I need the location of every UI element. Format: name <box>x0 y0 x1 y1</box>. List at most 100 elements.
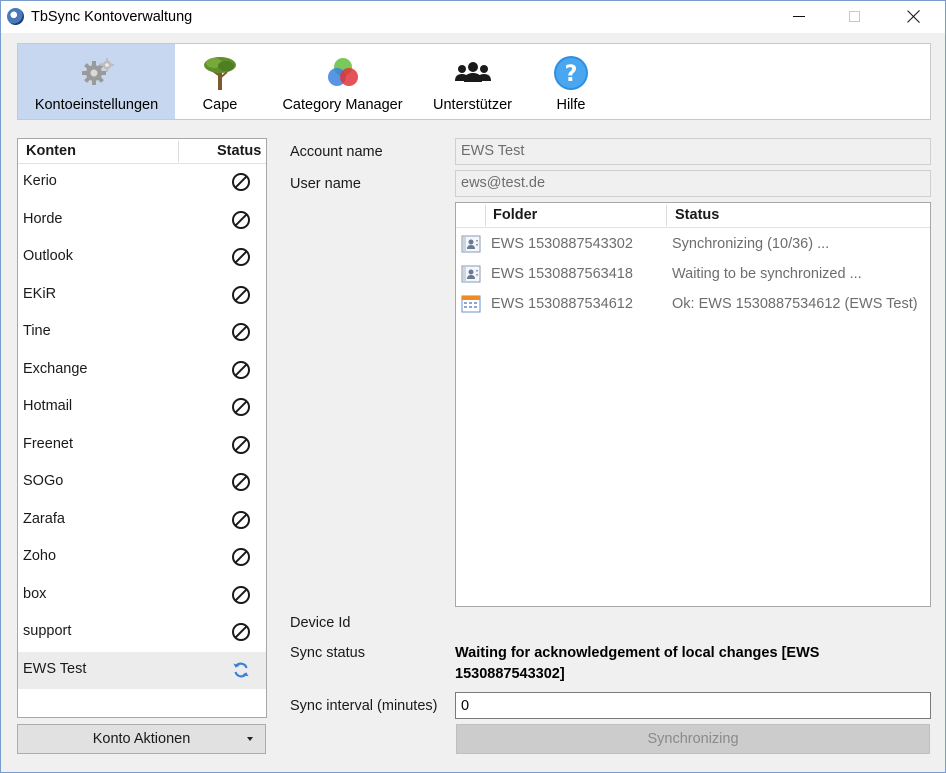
tab-category-manager[interactable]: Category Manager <box>270 44 415 119</box>
account-row[interactable]: EKiR <box>18 277 266 314</box>
tab-label: Unterstützer <box>433 97 512 113</box>
synchronize-button[interactable]: Synchronizing <box>456 724 930 754</box>
maximize-button[interactable] <box>832 1 878 33</box>
account-row[interactable]: Freenet <box>18 427 266 464</box>
sync-interval-label: Sync interval (minutes) <box>290 698 438 714</box>
sync-status-label: Sync status <box>290 645 365 661</box>
account-name: Horde <box>23 210 63 227</box>
folder-name: EWS 1530887563418 <box>491 266 633 282</box>
account-row[interactable]: Exchange <box>18 352 266 389</box>
folder-name: EWS 1530887534612 <box>491 296 633 312</box>
thunderbird-app-icon <box>7 8 24 25</box>
account-name: EWS Test <box>23 660 87 677</box>
tab-unterstuetzer[interactable]: Unterstützer <box>425 44 520 119</box>
svg-text:?: ? <box>565 62 578 87</box>
disabled-icon <box>231 435 251 455</box>
tab-label: Cape <box>202 97 238 113</box>
user-name-field: ews@test.de <box>455 170 931 197</box>
account-row[interactable]: support <box>18 614 266 651</box>
disabled-icon <box>231 210 251 230</box>
gear-icon <box>81 58 114 85</box>
contacts-icon <box>461 235 481 253</box>
column-header-konten[interactable]: Konten <box>26 143 76 159</box>
title-bar: TbSync Kontoverwaltung <box>1 1 945 33</box>
dropdown-arrow-icon <box>247 737 253 741</box>
account-row[interactable]: Tine <box>18 314 266 351</box>
sync-status-value: Waiting for acknowledgement of local cha… <box>455 645 820 682</box>
account-name: Tine <box>23 323 51 339</box>
calendar-icon <box>461 295 481 313</box>
account-row[interactable]: SOGo <box>18 464 266 501</box>
account-name-field: EWS Test <box>455 138 931 165</box>
account-name: Kerio <box>23 173 57 189</box>
tab-hilfe[interactable]: ? Hilfe <box>531 44 611 119</box>
folder-status: Synchronizing (10/36) ... <box>672 236 830 252</box>
account-row[interactable]: Outlook <box>18 239 266 276</box>
konto-aktionen-label: Konto Aktionen <box>92 731 191 747</box>
disabled-icon <box>231 397 251 417</box>
account-name: Zoho <box>23 548 57 564</box>
disabled-icon <box>231 247 251 267</box>
account-row[interactable]: Hotmail <box>18 389 266 426</box>
account-name: Freenet <box>23 435 73 452</box>
disabled-icon <box>231 472 251 492</box>
column-header-status[interactable]: Status <box>217 143 261 159</box>
konto-aktionen-button[interactable]: Konto Aktionen <box>17 724 266 754</box>
accounts-list-header: Konten Status <box>18 139 266 164</box>
user-name-label: User name <box>290 176 361 192</box>
disabled-icon <box>231 285 251 305</box>
disabled-icon <box>231 360 251 380</box>
account-row[interactable]: box <box>18 577 266 614</box>
column-header-status[interactable]: Status <box>675 207 719 223</box>
maximize-icon <box>849 11 860 22</box>
account-row[interactable]: Horde <box>18 202 266 239</box>
tab-label: Category Manager <box>282 97 403 113</box>
contacts-icon <box>461 265 481 283</box>
folder-list-header: Folder Status <box>456 203 930 228</box>
disabled-icon <box>231 622 251 642</box>
tab-kontoeinstellungen[interactable]: Kontoeinstellungen <box>18 44 175 119</box>
help-icon: ? <box>554 56 588 90</box>
app-window: TbSync Kontoverwaltung Kontoeinstellunge… <box>0 0 946 773</box>
close-button[interactable] <box>891 1 937 33</box>
account-name: support <box>23 623 72 639</box>
window-title: TbSync Kontoverwaltung <box>31 9 193 25</box>
folder-row[interactable]: EWS 1530887563418 Waiting to be synchroni… <box>456 259 930 289</box>
tab-cape[interactable]: Cape <box>180 44 260 119</box>
accounts-list: Konten Status Kerio Horde Outlook EKiR Tine E… <box>17 138 267 718</box>
main-toolbar: Kontoeinstellungen Cape Category Manager <box>17 43 931 120</box>
disabled-icon <box>231 547 251 567</box>
tab-label: Kontoeinstellungen <box>34 97 159 113</box>
account-name-label: Account name <box>290 144 383 160</box>
sync-icon <box>231 660 251 680</box>
people-icon <box>454 62 491 82</box>
disabled-icon <box>231 322 251 342</box>
minimize-icon <box>793 16 805 17</box>
column-separator[interactable] <box>666 205 667 226</box>
account-row[interactable]: Zoho <box>18 539 266 576</box>
account-row[interactable]: EWS Test <box>18 651 266 689</box>
column-separator[interactable] <box>485 205 486 226</box>
account-row[interactable]: Zarafa <box>18 502 266 539</box>
account-name: SOGo <box>23 473 64 489</box>
account-name: Outlook <box>23 248 73 264</box>
account-name: Exchange <box>23 360 88 377</box>
account-name: box <box>23 585 47 602</box>
folder-row[interactable]: EWS 1530887543302 Synchronizing (10/36) .… <box>456 229 930 259</box>
account-name: Hotmail <box>23 398 73 414</box>
folder-name: EWS 1530887543302 <box>491 236 633 252</box>
minimize-button[interactable] <box>776 1 822 33</box>
column-separator[interactable] <box>178 141 179 162</box>
device-id-label: Device Id <box>290 615 351 631</box>
folder-status: Waiting to be synchronized ... <box>672 266 862 282</box>
tree-icon <box>204 57 236 90</box>
account-row[interactable]: Kerio <box>18 164 266 201</box>
close-icon <box>907 9 921 23</box>
column-header-folder[interactable]: Folder <box>493 207 537 223</box>
folder-status: Ok: EWS 1530887534612 (EWS Test) <box>672 296 918 312</box>
sync-interval-input[interactable] <box>455 692 931 719</box>
account-name: EKiR <box>23 285 57 302</box>
disabled-icon <box>231 510 251 530</box>
folder-row[interactable]: EWS 1530887534612 Ok: EWS 1530887534612 (… <box>456 289 930 319</box>
color-circles-icon <box>327 58 358 86</box>
